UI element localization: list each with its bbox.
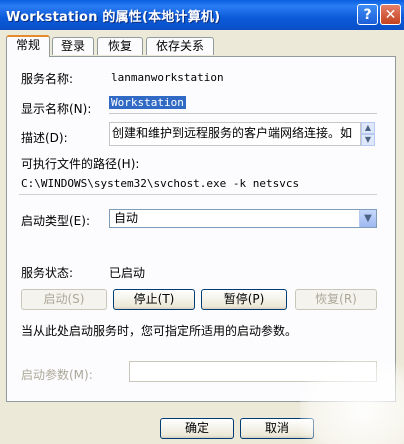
description-label: 描述(D):: [21, 131, 68, 145]
service-name-value: lanmanworkstation: [111, 71, 224, 84]
tab-logon[interactable]: 登录: [52, 37, 94, 55]
tab-dependencies[interactable]: 依存关系: [146, 37, 214, 55]
resume-button[interactable]: 恢复(R): [295, 289, 377, 310]
corner-watermark: [300, 360, 404, 444]
description-field[interactable]: 创建和维护到远程服务的客户端网络连接。如: [109, 122, 361, 146]
exe-path-value: C:\WINDOWS\system32\svchost.exe -k netsv…: [21, 177, 300, 190]
general-tab-panel: 服务名称: lanmanworkstation 显示名称(N): Worksta…: [6, 56, 396, 402]
tab-recovery[interactable]: 恢复: [97, 37, 143, 55]
startup-type-value: 自动: [114, 211, 139, 225]
exe-path-label: 可执行文件的路径(H):: [21, 157, 140, 171]
help-button[interactable]: ?: [357, 4, 378, 25]
service-name-label: 服务名称:: [21, 72, 74, 86]
stop-button[interactable]: 停止(T): [113, 289, 195, 310]
display-name-label: 显示名称(N):: [21, 102, 92, 116]
close-icon: ✕: [384, 6, 397, 23]
description-scroll-up[interactable]: ▲: [361, 122, 375, 134]
close-button[interactable]: ✕: [380, 4, 401, 25]
description-value: 创建和维护到远程服务的客户端网络连接。如: [112, 126, 353, 140]
ok-button[interactable]: 确定: [160, 418, 234, 439]
help-icon: ?: [363, 6, 372, 23]
exe-path-field: C:\WINDOWS\system32\svchost.exe -k netsv…: [19, 175, 377, 195]
display-name-value: Workstation: [109, 96, 186, 109]
start-params-hint: 当从此处启动服务时，您可指定所适用的启动参数。: [21, 324, 298, 338]
service-status-label: 服务状态:: [21, 266, 74, 280]
chevron-down-icon: ▼: [364, 213, 372, 224]
display-name-field[interactable]: Workstation: [109, 95, 377, 114]
description-scroll-down[interactable]: ▼: [361, 134, 375, 146]
tab-general[interactable]: 常规: [6, 35, 50, 57]
spin-down-icon: ▼: [364, 135, 372, 144]
startup-type-select[interactable]: 自动 ▼: [109, 209, 377, 228]
start-params-label: 启动参数(M):: [21, 368, 93, 382]
startup-type-label: 启动类型(E):: [21, 214, 90, 228]
window-titlebar[interactable]: Workstation 的属性(本地计算机) ? ✕: [0, 0, 404, 30]
window-title: Workstation 的属性(本地计算机): [6, 10, 221, 25]
dropdown-button[interactable]: ▼: [359, 210, 376, 227]
service-status-value: 已启动: [109, 266, 146, 280]
start-button[interactable]: 启动(S): [21, 289, 107, 310]
spin-up-icon: ▲: [364, 123, 372, 132]
pause-button[interactable]: 暂停(P): [201, 289, 287, 310]
